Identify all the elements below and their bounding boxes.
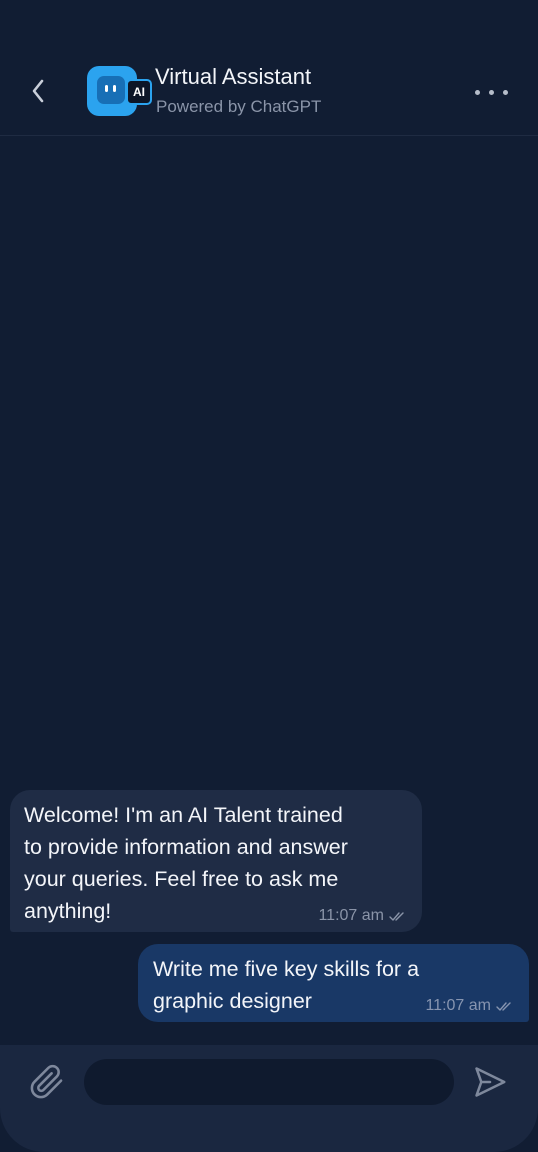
chat-screen: AI Virtual Assistant Powered by ChatGPT …	[0, 0, 538, 1152]
message-line: your queries. Feel free to ask me	[24, 867, 339, 891]
robot-eye-left	[105, 85, 108, 92]
more-options-button[interactable]	[466, 78, 516, 106]
message-input[interactable]	[84, 1059, 454, 1105]
chat-title: Virtual Assistant	[155, 64, 312, 89]
message-line: to provide information and answer	[24, 835, 348, 859]
chat-subtitle: Powered by ChatGPT	[156, 97, 322, 116]
robot-icon	[97, 76, 125, 104]
message-meta: 11:07 am	[318, 907, 408, 925]
more-dot	[502, 89, 508, 95]
message-meta: 11:07 am	[425, 997, 515, 1015]
double-check-icon	[496, 1001, 511, 1011]
assistant-avatar: AI	[87, 66, 152, 118]
message-composer	[0, 1045, 538, 1152]
send-button[interactable]	[468, 1061, 512, 1103]
message-time: 11:07 am	[318, 907, 384, 924]
message-time: 11:07 am	[425, 997, 491, 1014]
attach-button[interactable]	[26, 1061, 68, 1103]
outgoing-message-bubble: Write me five key skills for a graphic d…	[138, 944, 529, 1022]
paperclip-icon	[30, 1064, 63, 1099]
more-dot	[488, 89, 494, 95]
chevron-left-icon	[32, 79, 44, 103]
message-line: Write me five key skills for a	[153, 957, 420, 981]
send-icon	[475, 1067, 506, 1097]
incoming-message-bubble: Welcome! I'm an AI Talent trained to pro…	[10, 790, 422, 932]
more-horizontal-icon	[474, 89, 480, 95]
message-line: Welcome! I'm an AI Talent trained	[24, 803, 343, 827]
back-button[interactable]	[18, 70, 58, 112]
double-check-icon	[389, 911, 404, 921]
ai-badge: AI	[126, 79, 152, 105]
robot-eye-right	[113, 85, 116, 92]
chat-header: AI Virtual Assistant Powered by ChatGPT	[0, 0, 538, 136]
